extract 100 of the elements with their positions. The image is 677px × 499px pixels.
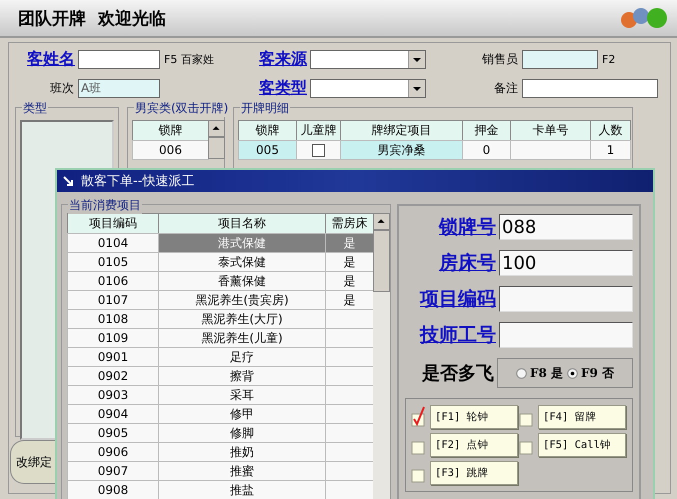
table-cell[interactable]: 泰式保健	[158, 252, 326, 272]
table-cell[interactable]: 006	[132, 140, 209, 160]
option-button[interactable]: [F3] 跳牌	[430, 461, 518, 485]
table-cell[interactable]	[325, 404, 374, 424]
table-cell[interactable]: 香薰保健	[158, 271, 326, 291]
rebind-button[interactable]: 改绑定	[10, 440, 55, 484]
window-title: 团队开牌 欢迎光临	[18, 8, 166, 30]
column-header: 需房床	[325, 213, 374, 234]
table-cell[interactable]: 推奶	[158, 442, 326, 462]
table-cell[interactable]: 是	[325, 290, 374, 310]
table-cell[interactable]: 是	[325, 233, 374, 253]
remark-field[interactable]	[522, 79, 658, 98]
option-button[interactable]: [F5] Call钟	[538, 433, 626, 457]
option-button[interactable]: [F2] 点钟	[430, 433, 518, 457]
table-cell[interactable]: 黑泥养生(贵宾房)	[158, 290, 326, 310]
scroll-thumb[interactable]	[373, 230, 390, 292]
group-title: 类型	[22, 100, 48, 117]
scroll-up-icon[interactable]	[373, 213, 390, 230]
table-cell[interactable]: 擦背	[158, 366, 326, 386]
table-cell[interactable]	[325, 328, 374, 348]
table-cell[interactable]: 黑泥养生(儿童)	[158, 328, 326, 348]
source-dropdown[interactable]	[310, 50, 426, 69]
column-header: 锁牌	[132, 120, 209, 141]
field-label[interactable]: 客姓名	[15, 49, 78, 70]
column-header: 项目编码	[67, 213, 159, 234]
shift-field[interactable]: A班	[78, 79, 160, 98]
input-field[interactable]: 088	[499, 214, 633, 240]
table-cell[interactable]: 修甲	[158, 404, 326, 424]
table-cell[interactable]	[325, 366, 374, 386]
radio-button[interactable]	[567, 368, 578, 378]
radio-label[interactable]: F8 是	[530, 364, 563, 382]
checkbox[interactable]	[411, 406, 425, 428]
input-field[interactable]: 100	[499, 250, 633, 276]
dialog-title: 散客下单--快速派工	[81, 173, 194, 190]
option-button[interactable]: [F1] 轮钟	[430, 405, 518, 429]
table-cell[interactable]: 推盐	[158, 480, 326, 499]
field-label[interactable]: 客类型	[252, 78, 310, 99]
table-cell[interactable]: 0903	[67, 385, 159, 405]
column-header: 项目名称	[158, 213, 326, 234]
field-label: 是否多飞	[422, 362, 494, 385]
table-cell[interactable]: 0901	[67, 347, 159, 367]
table-cell[interactable]: 0105	[67, 252, 159, 272]
table-cell[interactable]: 0108	[67, 309, 159, 329]
table-cell: 0	[462, 140, 511, 160]
table-cell[interactable]: 0905	[67, 423, 159, 443]
scroll-up-icon[interactable]	[208, 120, 225, 137]
column-header: 儿童牌	[296, 120, 341, 141]
table-cell[interactable]: 是	[325, 252, 374, 272]
checkbox[interactable]	[312, 144, 325, 156]
table-cell[interactable]: 修脚	[158, 423, 326, 443]
field-label[interactable]: 项目编码	[420, 286, 496, 312]
table-cell[interactable]: 0907	[67, 461, 159, 481]
table-cell[interactable]	[325, 480, 374, 499]
input-field[interactable]	[499, 286, 633, 312]
table-cell[interactable]	[325, 347, 374, 367]
column-header: 押金	[462, 120, 511, 141]
hint-text: F2	[601, 53, 616, 66]
table-cell[interactable]: 0104	[67, 233, 159, 253]
group-title: 男宾类(双击开牌)	[134, 100, 230, 117]
table-cell[interactable]: 0106	[67, 271, 159, 291]
guest-type-dropdown[interactable]	[310, 79, 426, 98]
guest-name-field[interactable]	[78, 50, 160, 69]
table-cell[interactable]: 推蜜	[158, 461, 326, 481]
field-label[interactable]: 客来源	[252, 49, 310, 70]
option-button[interactable]: [F4] 留牌	[538, 405, 626, 429]
table-cell[interactable]	[325, 442, 374, 462]
table-cell: 005	[238, 140, 297, 160]
input-field[interactable]	[499, 322, 633, 348]
table-cell[interactable]	[325, 461, 374, 481]
field-label[interactable]: 技师工号	[420, 322, 496, 348]
table-cell[interactable]: 0109	[67, 328, 159, 348]
table-cell[interactable]: 足疗	[158, 347, 326, 367]
column-header: 锁牌	[238, 120, 297, 141]
column-header: 牌绑定项目	[340, 120, 463, 141]
scroll-thumb[interactable]	[208, 137, 225, 159]
table-cell[interactable]	[325, 385, 374, 405]
table-cell[interactable]: 采耳	[158, 385, 326, 405]
group-title: 当前消费项目	[68, 197, 142, 214]
table-cell[interactable]: 0107	[67, 290, 159, 310]
table-cell[interactable]	[325, 309, 374, 329]
field-label: 班次	[49, 80, 75, 97]
table-cell[interactable]: 黑泥养生(大厅)	[158, 309, 326, 329]
salesperson-field[interactable]	[522, 50, 598, 69]
table-cell: 1	[590, 140, 631, 160]
table-cell[interactable]: 港式保健	[158, 233, 326, 253]
radio-button[interactable]	[516, 368, 527, 378]
table-cell[interactable]: 0902	[67, 366, 159, 386]
field-label: 备注	[493, 80, 519, 97]
column-header: 卡单号	[510, 120, 591, 141]
group-title: 开牌明细	[240, 100, 290, 117]
table-cell[interactable]: 0908	[67, 480, 159, 499]
table-cell[interactable]: 是	[325, 271, 374, 291]
field-label: 销售员	[481, 51, 519, 68]
radio-label[interactable]: F9 否	[581, 364, 614, 382]
field-label[interactable]: 房床号	[439, 250, 496, 276]
table-cell[interactable]	[325, 423, 374, 443]
table-cell[interactable]: 0906	[67, 442, 159, 462]
table-cell[interactable]: 0904	[67, 404, 159, 424]
table-cell: 男宾净桑	[340, 140, 463, 160]
field-label[interactable]: 锁牌号	[439, 214, 496, 240]
